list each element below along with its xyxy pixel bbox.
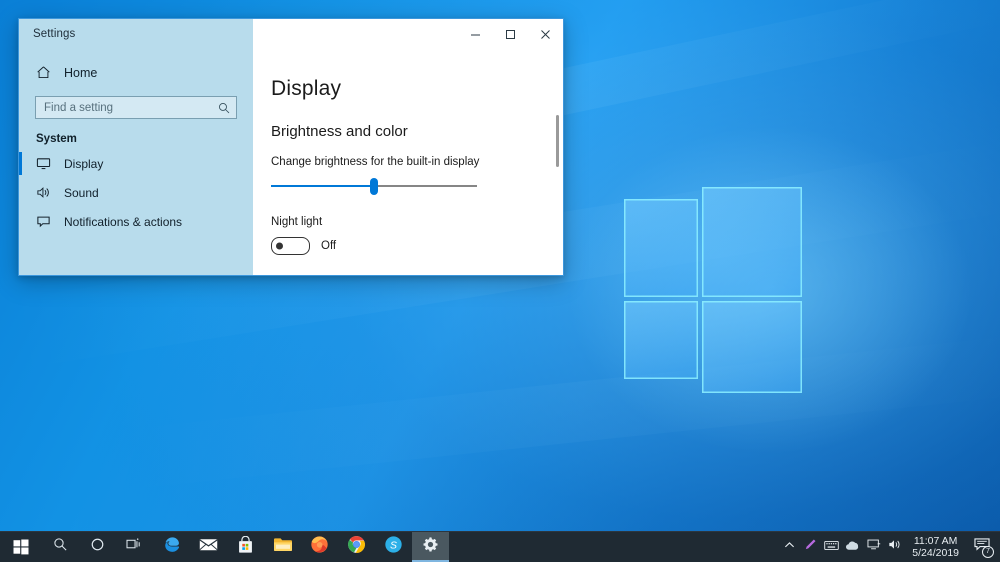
volume-button[interactable] xyxy=(884,532,905,562)
search-button[interactable] xyxy=(42,532,79,562)
slider-fill xyxy=(271,185,374,187)
network-button[interactable] xyxy=(863,532,884,562)
search-icon[interactable] xyxy=(218,102,230,114)
search-icon xyxy=(53,537,68,557)
mail-icon xyxy=(199,537,218,557)
window-title: Settings xyxy=(19,28,75,40)
night-light-label: Night light xyxy=(271,216,563,228)
taskbar-spacer xyxy=(449,532,779,562)
chrome-button[interactable] xyxy=(338,532,375,562)
maximize-button[interactable] xyxy=(493,19,528,49)
wallpaper-light-streak xyxy=(117,334,1000,490)
sidebar-item-display-label: Display xyxy=(64,157,103,171)
windows-logo-wallpaper-icon xyxy=(622,183,804,379)
task-view-icon xyxy=(126,537,143,557)
chevron-up-icon xyxy=(784,538,795,556)
desktop-background: Settings xyxy=(0,0,1000,562)
settings-window: Settings xyxy=(18,18,564,276)
toggle-knob xyxy=(276,243,283,250)
sidebar-item-sound[interactable]: Sound xyxy=(19,178,253,207)
notification-icon xyxy=(36,214,51,229)
home-icon xyxy=(36,65,51,80)
cortana-circle-icon xyxy=(90,537,105,557)
content-pane: Display Brightness and color Change brig… xyxy=(253,49,563,275)
file-explorer-button[interactable] xyxy=(264,532,301,562)
brightness-slider[interactable] xyxy=(271,178,477,194)
mail-button[interactable] xyxy=(190,532,227,562)
keyboard-icon xyxy=(824,538,839,556)
action-center-button[interactable]: 7 xyxy=(968,532,996,562)
taskbar-clock[interactable]: 11:07 AM 5/24/2019 xyxy=(905,535,968,559)
taskbar-buttons: S xyxy=(0,532,449,562)
sidebar: Home System xyxy=(19,49,253,275)
speaker-icon xyxy=(36,185,51,200)
touch-keyboard-button[interactable] xyxy=(821,532,842,562)
brightness-label: Change brightness for the built-in displ… xyxy=(271,156,563,168)
speaker-icon xyxy=(888,538,902,556)
start-button[interactable] xyxy=(0,532,42,562)
logo-pane-top-right xyxy=(702,187,802,297)
title-bar[interactable]: Settings xyxy=(19,19,563,49)
monitor-icon xyxy=(36,156,51,171)
sidebar-item-display[interactable]: Display xyxy=(19,149,253,178)
chrome-icon xyxy=(347,535,366,559)
sidebar-section-title: System xyxy=(19,119,253,149)
window-controls xyxy=(458,19,563,49)
clock-date: 5/24/2019 xyxy=(912,547,959,559)
minimize-button[interactable] xyxy=(458,19,493,49)
logo-pane-bottom-right xyxy=(702,301,802,393)
content-scrollbar[interactable] xyxy=(556,67,559,275)
monitor-network-icon xyxy=(867,538,881,556)
store-bag-icon xyxy=(237,536,254,559)
group-title: Brightness and color xyxy=(271,123,563,140)
edge-icon xyxy=(162,535,182,560)
search-input[interactable] xyxy=(44,102,218,114)
sidebar-item-notifications-label: Notifications & actions xyxy=(64,215,182,229)
night-light-toggle[interactable] xyxy=(271,237,310,255)
close-button[interactable] xyxy=(528,19,563,49)
night-light-state: Off xyxy=(321,240,336,252)
system-tray: 11:07 AM 5/24/2019 7 xyxy=(779,532,1000,562)
wallpaper-glow xyxy=(560,120,980,460)
sidebar-item-sound-label: Sound xyxy=(64,186,99,200)
sidebar-item-home-label: Home xyxy=(64,66,97,80)
cortana-button[interactable] xyxy=(79,532,116,562)
pen-icon xyxy=(804,538,817,556)
night-light-settings-link[interactable]: Night light settings xyxy=(271,275,365,276)
scrollbar-thumb[interactable] xyxy=(556,115,559,167)
sidebar-item-notifications[interactable]: Notifications & actions xyxy=(19,207,253,236)
slider-thumb[interactable] xyxy=(370,178,378,195)
taskbar: S xyxy=(0,531,1000,562)
night-light-toggle-row: Off xyxy=(271,237,563,255)
store-button[interactable] xyxy=(227,532,264,562)
clock-time: 11:07 AM xyxy=(912,535,959,547)
cloud-icon xyxy=(845,538,861,556)
logo-pane-bottom-left xyxy=(624,301,698,379)
pen-workspace-button[interactable] xyxy=(800,532,821,562)
svg-text:S: S xyxy=(390,540,397,551)
onedrive-button[interactable] xyxy=(842,532,863,562)
sidebar-item-home[interactable]: Home xyxy=(19,59,253,86)
task-view-button[interactable] xyxy=(116,532,153,562)
firefox-icon xyxy=(310,535,329,559)
folder-icon xyxy=(273,536,293,558)
gear-icon xyxy=(422,536,439,558)
window-body: Home System xyxy=(19,49,563,275)
edge-button[interactable] xyxy=(153,532,190,562)
settings-button[interactable] xyxy=(412,532,449,562)
logo-pane-top-left xyxy=(624,199,698,297)
action-center-badge: 7 xyxy=(982,546,994,558)
skype-button[interactable]: S xyxy=(375,532,412,562)
page-title: Display xyxy=(271,77,563,101)
show-hidden-icons-button[interactable] xyxy=(779,532,800,562)
search-box[interactable] xyxy=(35,96,237,119)
firefox-button[interactable] xyxy=(301,532,338,562)
skype-icon: S xyxy=(384,535,403,559)
